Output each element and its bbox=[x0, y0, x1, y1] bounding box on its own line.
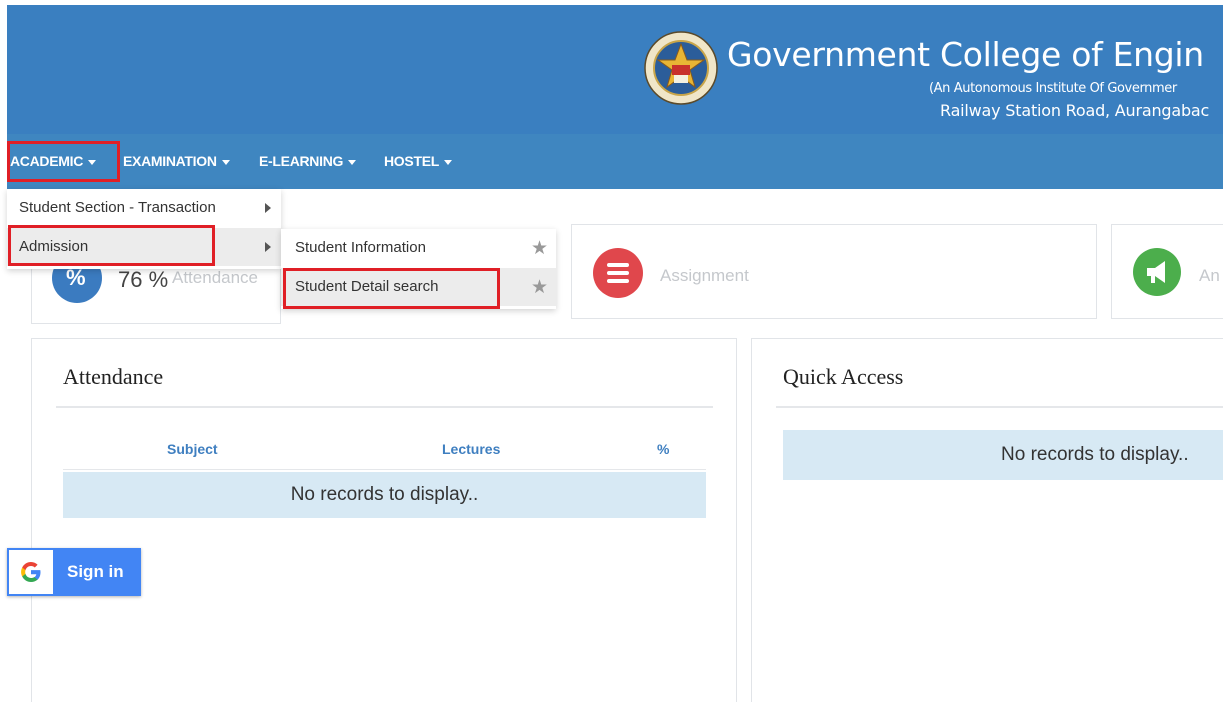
college-subtitle: (An Autonomous Institute Of Governmer bbox=[929, 81, 1177, 96]
attendance-stat-label: Attendance bbox=[172, 268, 259, 287]
stat-card-assignment[interactable]: Assignment bbox=[571, 224, 1097, 319]
college-title: Government College of Engin bbox=[727, 35, 1204, 74]
nav-examination-label: EXAMINATION bbox=[123, 153, 217, 169]
column-header-subject[interactable]: Subject bbox=[167, 441, 218, 457]
announcement-stat-label: An bbox=[1199, 266, 1220, 285]
empty-records-row: No records to display.. bbox=[63, 472, 706, 518]
quick-access-title: Quick Access bbox=[783, 364, 904, 389]
highlight-student-detail-search bbox=[283, 268, 500, 309]
caret-down-icon bbox=[348, 159, 357, 165]
nav-hostel[interactable]: HOSTEL bbox=[384, 153, 452, 169]
google-signin-button[interactable]: Sign in bbox=[7, 548, 141, 596]
highlight-admission bbox=[8, 225, 215, 266]
college-address: Railway Station Road, Aurangabac bbox=[940, 101, 1210, 120]
main-navbar: ACADEMIC EXAMINATION E-LEARNING HOSTEL bbox=[7, 134, 1223, 189]
highlight-academic bbox=[7, 141, 120, 182]
attendance-value: 76 % bbox=[118, 267, 169, 292]
star-icon[interactable]: ★ bbox=[531, 276, 548, 299]
caret-down-icon bbox=[221, 159, 230, 165]
menu-item-label: Student Information bbox=[295, 239, 426, 256]
college-logo-icon bbox=[644, 31, 718, 105]
panel-divider bbox=[56, 406, 713, 408]
nav-elearning-label: E-LEARNING bbox=[259, 153, 344, 169]
google-g-icon bbox=[9, 550, 53, 594]
signin-label: Sign in bbox=[67, 562, 124, 581]
attendance-panel-title: Attendance bbox=[63, 364, 164, 389]
star-icon[interactable]: ★ bbox=[531, 237, 548, 260]
panel-divider bbox=[776, 406, 1223, 408]
nav-hostel-label: HOSTEL bbox=[384, 153, 439, 169]
site-header: Government College of Engin (An Autonomo… bbox=[7, 5, 1223, 134]
nav-examination[interactable]: EXAMINATION bbox=[123, 153, 230, 169]
quick-access-empty-text: No records to display.. bbox=[1001, 444, 1189, 465]
chevron-right-icon bbox=[265, 242, 271, 252]
quick-access-empty-row: No records to display.. bbox=[783, 430, 1223, 480]
chevron-right-icon bbox=[265, 203, 271, 213]
nav-elearning[interactable]: E-LEARNING bbox=[259, 153, 357, 169]
column-header-lectures[interactable]: Lectures bbox=[442, 441, 500, 457]
table-header-divider bbox=[63, 469, 706, 470]
megaphone-icon bbox=[1133, 248, 1181, 296]
caret-down-icon bbox=[443, 159, 452, 165]
menu-item-label: Student Section - Transaction bbox=[19, 199, 216, 216]
stat-card-announcement[interactable]: An bbox=[1111, 224, 1223, 319]
column-header-percent[interactable]: % bbox=[657, 441, 669, 457]
menu-item-student-information[interactable]: Student Information ★ bbox=[281, 229, 556, 267]
attendance-panel: Attendance Subject Lectures % No records… bbox=[31, 338, 737, 702]
quick-access-panel: Quick Access No records to display.. bbox=[751, 338, 1223, 702]
assignment-icon bbox=[593, 248, 643, 298]
assignment-stat-label: Assignment bbox=[660, 266, 749, 285]
menu-item-student-section[interactable]: Student Section - Transaction bbox=[7, 189, 281, 227]
